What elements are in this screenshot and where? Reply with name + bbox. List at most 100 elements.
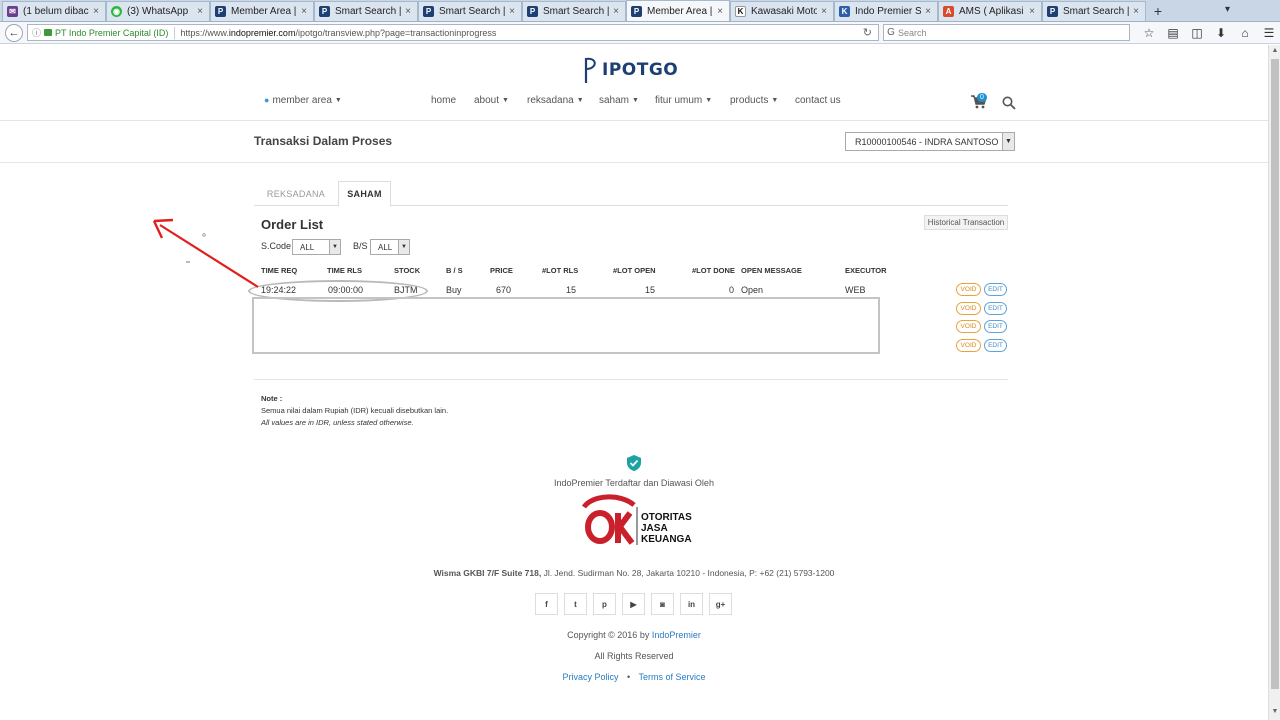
ams-icon: A bbox=[943, 6, 954, 17]
menu-saham[interactable]: saham ▼ bbox=[599, 95, 639, 106]
tab-title: (1 belum dibaca)... bbox=[23, 6, 89, 17]
menu-hamburger-icon[interactable]: ☰ bbox=[1257, 24, 1280, 42]
void-button[interactable]: VOID bbox=[956, 339, 981, 352]
note-line-2: All values are in IDR, unless stated oth… bbox=[261, 418, 414, 427]
browser-tab[interactable]: ✉ (1 belum dibaca)...× bbox=[2, 1, 106, 21]
caret-down-icon: ▼ bbox=[632, 97, 639, 104]
new-tab-button[interactable]: + bbox=[1146, 1, 1170, 21]
tab-list-chevron-icon[interactable]: ▾ bbox=[1225, 4, 1230, 15]
search-icon[interactable] bbox=[1002, 96, 1016, 110]
pinterest-icon[interactable]: p bbox=[593, 593, 616, 615]
bs-select[interactable]: ALL ▼ bbox=[370, 239, 410, 255]
browser-tab[interactable]: K Indo Premier Sec...× bbox=[834, 1, 938, 21]
row-actions: VOID EDIT bbox=[956, 302, 1007, 315]
linkedin-icon[interactable]: in bbox=[680, 593, 703, 615]
close-icon[interactable]: × bbox=[1131, 6, 1141, 17]
url-bar[interactable]: ⓘ PT Indo Premier Capital (ID) https://w… bbox=[27, 24, 879, 41]
tab-saham[interactable]: SAHAM bbox=[338, 181, 391, 207]
col-header-executor: EXECUTOR bbox=[845, 266, 887, 275]
dropdown-arrow-icon[interactable]: ▼ bbox=[398, 240, 409, 254]
download-icon[interactable]: ⬇ bbox=[1209, 24, 1233, 42]
historical-transaction-button[interactable]: Historical Transaction bbox=[924, 215, 1008, 230]
google-plus-icon[interactable]: g+ bbox=[709, 593, 732, 615]
close-icon[interactable]: × bbox=[715, 6, 725, 17]
info-icon[interactable]: ⓘ bbox=[32, 26, 41, 39]
logo-text: IPOTGO bbox=[602, 60, 679, 80]
ipot-icon: P bbox=[215, 6, 226, 17]
member-area-menu[interactable]: ● member area ▼ bbox=[264, 95, 342, 106]
scroll-thumb[interactable] bbox=[1271, 59, 1279, 689]
menu-about[interactable]: about ▼ bbox=[474, 95, 509, 106]
void-button[interactable]: VOID bbox=[956, 302, 981, 315]
browser-tab[interactable]: P Member Area | I...× bbox=[210, 1, 314, 21]
account-select[interactable]: R10000100546 - INDRA SANTOSO ▼ bbox=[845, 132, 1015, 151]
tab-title: Kawasaki Motor ... bbox=[751, 6, 817, 17]
page-scrollbar[interactable]: ▲ ▼ bbox=[1268, 45, 1280, 720]
close-icon[interactable]: × bbox=[299, 6, 309, 17]
menu-home[interactable]: home bbox=[431, 95, 456, 106]
url-text[interactable]: https://www.indopremier.com/ipotgo/trans… bbox=[180, 28, 496, 38]
dropdown-arrow-icon[interactable]: ▼ bbox=[329, 240, 340, 254]
scode-select[interactable]: ALL ▼ bbox=[292, 239, 341, 255]
bookmark-star-icon[interactable]: ☆ bbox=[1137, 24, 1161, 42]
browser-search-input[interactable]: G Search bbox=[883, 24, 1130, 41]
tab-title: (3) WhatsApp bbox=[127, 6, 189, 17]
menu-contact-us[interactable]: contact us bbox=[795, 95, 841, 106]
twitter-icon[interactable]: t bbox=[564, 593, 587, 615]
close-icon[interactable]: × bbox=[923, 6, 933, 17]
browser-tab-active[interactable]: P Member Area | I...× bbox=[626, 0, 730, 21]
indopremier-link[interactable]: IndoPremier bbox=[652, 630, 701, 640]
browser-tab[interactable]: K Kawasaki Motor ...× bbox=[730, 1, 834, 21]
reload-icon[interactable]: ↻ bbox=[863, 26, 872, 39]
close-icon[interactable]: × bbox=[611, 6, 621, 17]
browser-tab[interactable]: ◉ (3) WhatsApp × bbox=[106, 1, 210, 21]
close-icon[interactable]: × bbox=[195, 6, 205, 17]
col-header-open-message: OPEN MESSAGE bbox=[741, 266, 802, 275]
home-icon[interactable]: ⌂ bbox=[1233, 24, 1257, 42]
void-button[interactable]: VOID bbox=[956, 283, 981, 296]
scode-value: ALL bbox=[300, 242, 315, 252]
browser-tab[interactable]: P Smart Search | IP...× bbox=[1042, 1, 1146, 21]
edit-button[interactable]: EDIT bbox=[984, 320, 1007, 333]
privacy-policy-link[interactable]: Privacy Policy bbox=[562, 672, 618, 682]
edit-button[interactable]: EDIT bbox=[984, 302, 1007, 315]
scroll-up-icon[interactable]: ▲ bbox=[1271, 47, 1279, 57]
cell-price: 670 bbox=[495, 285, 511, 295]
youtube-icon[interactable]: ▶ bbox=[622, 593, 645, 615]
address-rest: Jl. Jend. Sudirman No. 28, Jakarta 10210… bbox=[541, 568, 835, 578]
close-icon[interactable]: × bbox=[403, 6, 413, 17]
k-icon: K bbox=[735, 6, 746, 17]
instagram-icon[interactable]: ◙ bbox=[651, 593, 674, 615]
dropdown-arrow-icon[interactable]: ▼ bbox=[1002, 133, 1014, 150]
browser-tab[interactable]: P Smart Search | IP...× bbox=[418, 1, 522, 21]
back-arrow-icon[interactable]: ← bbox=[5, 23, 23, 42]
close-icon[interactable]: × bbox=[1027, 6, 1037, 17]
edit-button[interactable]: EDIT bbox=[984, 283, 1007, 296]
close-icon[interactable]: × bbox=[91, 6, 101, 17]
void-button[interactable]: VOID bbox=[956, 320, 981, 333]
scroll-down-icon[interactable]: ▼ bbox=[1271, 708, 1279, 718]
mail-icon: ✉ bbox=[7, 6, 18, 17]
search-engine-icon[interactable]: G bbox=[884, 27, 898, 38]
pocket-icon[interactable]: ◫ bbox=[1185, 24, 1209, 42]
browser-tab[interactable]: P Smart Search | IP...× bbox=[522, 1, 626, 21]
site-identity[interactable]: PT Indo Premier Capital (ID) bbox=[55, 28, 168, 38]
tab-reksadana[interactable]: REKSADANA bbox=[254, 181, 338, 206]
browser-tab[interactable]: A AMS ( Aplikasi ...× bbox=[938, 1, 1042, 21]
ipot-icon: P bbox=[527, 6, 538, 17]
stray-mark bbox=[186, 261, 190, 263]
terms-of-service-link[interactable]: Terms of Service bbox=[639, 672, 706, 682]
close-icon[interactable]: × bbox=[819, 6, 829, 17]
browser-tab[interactable]: P Smart Search | IP...× bbox=[314, 1, 418, 21]
edit-button[interactable]: EDIT bbox=[984, 339, 1007, 352]
menu-products[interactable]: products ▼ bbox=[730, 95, 778, 106]
facebook-icon[interactable]: f bbox=[535, 593, 558, 615]
ipotgo-logo[interactable]: IPOTGO bbox=[583, 55, 678, 85]
annotation-arrow bbox=[152, 218, 259, 288]
tab-title: Smart Search | IP... bbox=[543, 6, 609, 17]
menu-reksadana[interactable]: reksadana ▼ bbox=[527, 95, 584, 106]
close-icon[interactable]: × bbox=[507, 6, 517, 17]
menu-fitur-umum[interactable]: fitur umum ▼ bbox=[655, 95, 712, 106]
reading-list-icon[interactable]: ▤ bbox=[1161, 24, 1185, 42]
caret-down-icon: ▼ bbox=[705, 97, 713, 104]
